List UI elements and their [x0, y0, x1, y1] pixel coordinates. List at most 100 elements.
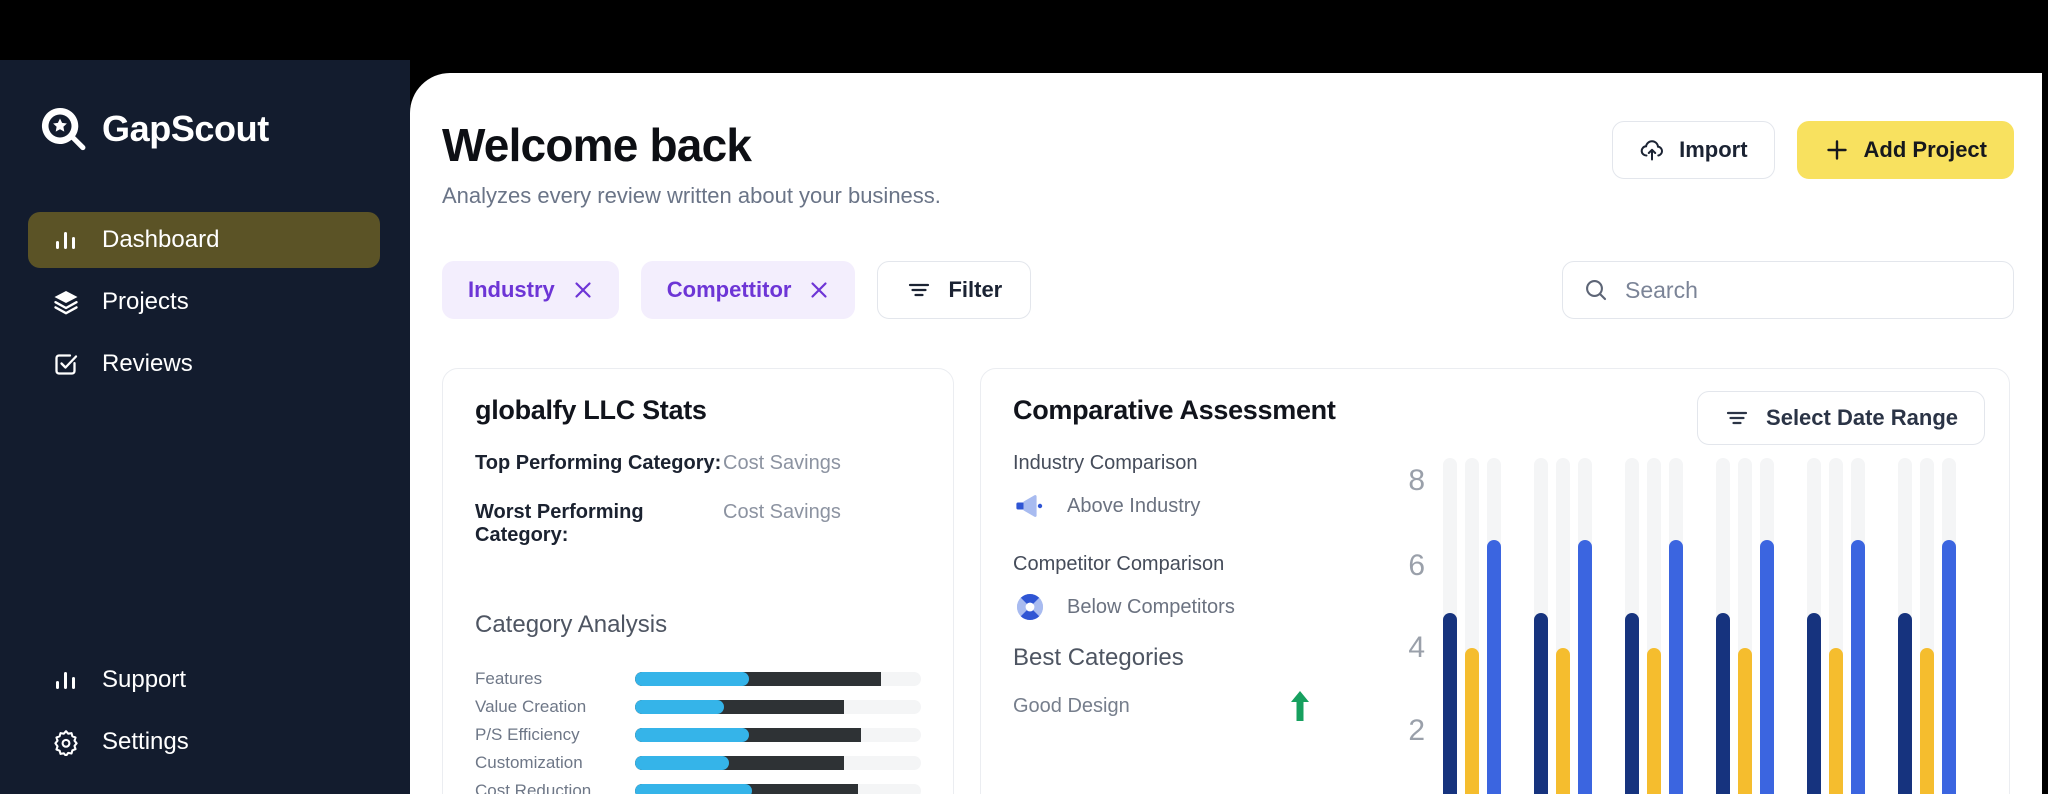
header-actions: Import Add Project — [1612, 121, 2014, 179]
category-bar-fill-blue — [635, 756, 730, 770]
category-bar-row: Value Creation — [475, 693, 921, 721]
lifebuoy-icon — [1017, 593, 1043, 621]
stats-card-body: globalfy LLC Stats Top Performing Catego… — [443, 369, 953, 794]
page-title: Welcome back — [442, 119, 752, 171]
chip-label: Industry — [468, 277, 555, 302]
gear-icon — [54, 730, 78, 756]
plus-icon — [1826, 140, 1847, 160]
stat-label: Worst Performing Category: — [475, 501, 644, 546]
add-project-button[interactable]: Add Project — [1796, 121, 2014, 179]
category-bar-fill-blue — [635, 784, 753, 794]
category-bar-track — [635, 728, 921, 742]
sidebar-nav-bottom: Support Settings — [28, 652, 380, 776]
category-bar-label: Value Creation — [475, 697, 587, 716]
window-top-chrome — [0, 0, 2048, 60]
industry-comparison-value: Above Industry — [1067, 494, 1201, 517]
filter-lines-icon — [909, 283, 930, 297]
sidebar-item-dashboard[interactable]: Dashboard — [28, 212, 380, 268]
category-bar-fill-blue — [635, 672, 750, 686]
best-category-row: Good Design — [1013, 689, 1313, 723]
category-bar-label: P/S Efficiency — [475, 725, 580, 744]
chart-bar-industry — [1738, 648, 1752, 794]
y-tick: 6 — [1408, 549, 1425, 582]
filter-chip-compettitor[interactable]: Compettitor — [640, 261, 856, 319]
y-tick: 4 — [1408, 631, 1425, 664]
category-bar-row: Features — [475, 665, 921, 693]
sidebar-item-label: Support — [102, 666, 187, 693]
category-bar-list: Features Value Creation P/S Efficiency C… — [475, 665, 921, 794]
magnifier-star-icon — [41, 107, 86, 151]
search-box[interactable]: Search — [1562, 261, 2014, 319]
chart-bar-group — [1534, 429, 1612, 794]
sidebar-item-label: Reviews — [102, 350, 193, 377]
chart-bar-industry — [1465, 648, 1479, 794]
sidebar-item-label: Dashboard — [102, 226, 220, 253]
category-bar-fill-blue — [635, 728, 750, 742]
category-bar-label: Cost Reduction — [475, 781, 592, 794]
chart-bar-industry — [1647, 648, 1661, 794]
chart-bar-group — [1898, 429, 1976, 794]
chart-bar-competitors — [1578, 540, 1592, 794]
best-categories-label: Best Categories — [1013, 644, 1184, 671]
y-tick: 2 — [1408, 714, 1425, 747]
chart-bar-your-score — [1443, 613, 1457, 794]
chart-bar-group — [1625, 429, 1703, 794]
chart-bar-competitors — [1669, 540, 1683, 794]
chart-bar-your-score — [1807, 613, 1821, 794]
close-x-icon[interactable] — [573, 280, 593, 300]
chart-y-axis: 8 6 4 2 — [1371, 429, 1425, 794]
chart-bar-industry — [1556, 648, 1570, 794]
import-button[interactable]: Import — [1612, 121, 1775, 179]
sidebar-item-label: Settings — [102, 728, 189, 755]
chart-plot-area — [1443, 429, 1973, 794]
chart-bar-group — [1716, 429, 1794, 794]
filter-button[interactable]: Filter — [877, 261, 1032, 319]
chart-bar-competitors — [1942, 540, 1956, 794]
stats-card: globalfy LLC Stats Top Performing Catego… — [442, 368, 954, 794]
close-x-icon[interactable] — [809, 280, 829, 300]
sidebar-nav: Dashboard Projects Reviews — [28, 212, 380, 398]
stat-value: Cost Savings — [723, 501, 841, 523]
category-bar-label: Customization — [475, 753, 583, 772]
category-bar-track — [635, 784, 921, 794]
import-label: Import — [1679, 137, 1748, 162]
category-bar-fill-blue — [635, 700, 724, 714]
category-bar-row: Cost Reduction — [475, 777, 921, 794]
category-bar-row: P/S Efficiency — [475, 721, 921, 749]
brand: GapScout — [40, 106, 269, 152]
best-category-name: Good Design — [1013, 694, 1130, 717]
checkbox-check-icon — [55, 354, 78, 375]
chart-bar-group — [1807, 429, 1885, 794]
stat-row: Top Performing Category: Cost Savings — [475, 452, 921, 475]
main-panel: Welcome back Analyzes every review writt… — [410, 73, 2042, 794]
competitor-comparison-value: Below Competitors — [1067, 595, 1235, 618]
sidebar-item-support[interactable]: Support — [28, 652, 380, 708]
search-input[interactable]: Search — [1625, 277, 1698, 304]
add-project-label: Add Project — [1863, 137, 1987, 162]
chart-bar-your-score — [1625, 613, 1639, 794]
category-bar-track — [635, 672, 921, 686]
category-analysis-title: Category Analysis — [475, 611, 668, 638]
bar-chart-icon — [56, 672, 75, 689]
stats-card-title: globalfy LLC Stats — [475, 395, 707, 425]
filter-chip-industry[interactable]: Industry — [442, 261, 619, 319]
date-range-label: Select Date Range — [1766, 405, 1958, 430]
chart-bar-competitors — [1851, 540, 1865, 794]
chart-bar-your-score — [1534, 613, 1548, 794]
assessment-body: Comparative Assessment Select Date Range… — [981, 369, 2009, 794]
megaphone-icon — [1016, 495, 1043, 517]
sidebar-item-reviews[interactable]: Reviews — [28, 336, 380, 392]
stat-row: Worst Performing Category: Cost Savings — [475, 501, 921, 547]
cloud-upload-icon — [1640, 140, 1664, 161]
chart-bar-group — [1443, 429, 1521, 794]
sidebar-item-label: Projects — [102, 288, 189, 315]
sidebar-item-settings[interactable]: Settings — [28, 714, 380, 770]
sidebar: GapScout Dashboard Projects Reviews Supp… — [0, 60, 410, 794]
bar-chart-icon — [56, 232, 75, 249]
chip-label: Compettitor — [666, 277, 792, 302]
sidebar-item-projects[interactable]: Projects — [28, 274, 380, 330]
chart-bar-your-score — [1898, 613, 1912, 794]
y-tick: 8 — [1408, 464, 1425, 497]
page-subtitle: Analyzes every review written about your… — [442, 182, 941, 208]
search-icon — [1586, 280, 1607, 301]
